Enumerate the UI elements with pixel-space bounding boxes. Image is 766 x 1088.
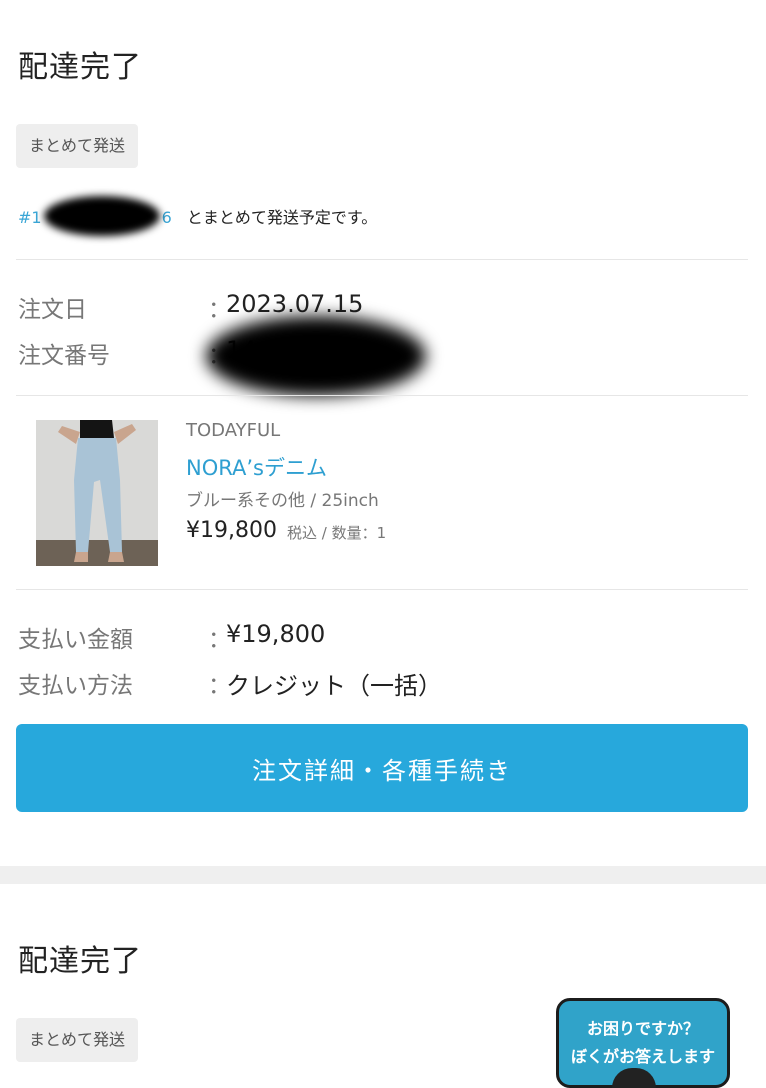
payment-amount-label: 支払い金額 [18, 627, 133, 653]
price-tax-quantity: 税込 / 数量：1 [287, 524, 387, 542]
related-order-link[interactable]: #1 6 [18, 196, 172, 236]
order-number-label: 注文番号 [18, 343, 110, 369]
combined-shipping-note: #1 6 とまとめて発送予定です。 [18, 196, 378, 238]
product-variant: ブルー系その他 / 25inch [186, 491, 379, 511]
combined-shipping-tag: まとめて発送 [16, 124, 139, 168]
payment-amount-value: ¥19,800 [226, 620, 326, 648]
order-date-label: 注文日 [18, 297, 87, 323]
delivery-status: 配達完了 [18, 50, 142, 85]
delivery-status: 配達完了 [18, 944, 142, 979]
payment-method-value: クレジット（一括） [226, 672, 442, 700]
order-number-redaction [206, 316, 426, 396]
divider [16, 589, 748, 590]
divider [16, 395, 748, 396]
product-price: ¥19,800 [186, 518, 277, 543]
product-image[interactable] [36, 420, 158, 566]
product-name-link[interactable]: NORA’sデニム [186, 452, 327, 482]
divider [16, 259, 748, 260]
help-line-1: お困りですか？ [586, 1019, 699, 1038]
help-line-2: ぼくがお答えします [570, 1047, 715, 1066]
order-date-value: 2023.07.15 [226, 290, 364, 318]
combined-shipping-tag: まとめて発送 [16, 1018, 139, 1062]
product-brand: TODAYFUL [186, 420, 281, 441]
section-separator [0, 866, 766, 884]
order-details-button[interactable]: 注文詳細・各種手続き [16, 724, 748, 812]
order-card: 配達完了 まとめて発送 #1 6 とまとめて発送予定です。 注文日 ： 2023.… [0, 0, 766, 866]
shipping-note-text: とまとめて発送予定です。 [186, 207, 378, 227]
redacted-order-number [43, 196, 160, 236]
payment-method-label: 支払い方法 [18, 673, 133, 699]
